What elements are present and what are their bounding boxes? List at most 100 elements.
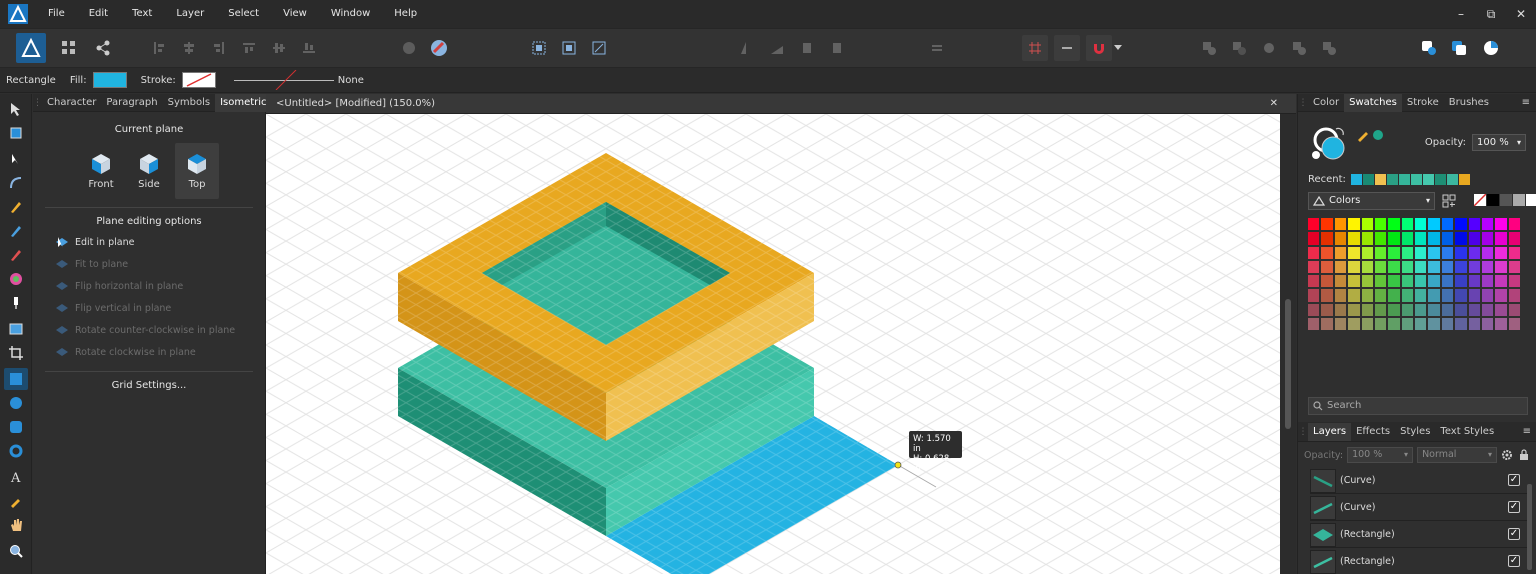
layer-row[interactable]: (Rectangle) ✓	[1310, 549, 1528, 574]
tab-brushes[interactable]: Brushes	[1444, 94, 1494, 112]
color-swatch[interactable]	[1401, 303, 1413, 316]
vector-brush-icon[interactable]	[4, 244, 28, 266]
move-to-front-icon[interactable]	[396, 35, 422, 61]
color-swatch[interactable]	[1455, 260, 1467, 273]
color-swatch[interactable]	[1455, 289, 1467, 302]
color-swatch[interactable]	[1348, 275, 1360, 288]
color-swatch[interactable]	[1321, 303, 1333, 316]
color-swatch[interactable]	[1481, 218, 1494, 231]
gear-icon[interactable]	[1501, 449, 1513, 461]
recent-swatch[interactable]	[1422, 174, 1434, 185]
color-swatch[interactable]	[1308, 289, 1320, 302]
color-swatch[interactable]	[1468, 317, 1480, 330]
color-swatch[interactable]	[1321, 218, 1333, 231]
recent-swatch[interactable]	[1458, 174, 1470, 185]
color-swatch[interactable]	[1374, 317, 1387, 330]
color-swatch[interactable]	[1401, 260, 1413, 273]
color-swatch[interactable]	[1388, 303, 1400, 316]
color-swatch[interactable]	[1361, 275, 1373, 288]
color-swatch[interactable]	[1388, 317, 1400, 330]
color-swatch[interactable]	[1508, 218, 1520, 231]
layer-row[interactable]: (Curve) ✓	[1310, 495, 1528, 521]
scrollbar-thumb[interactable]	[1285, 299, 1291, 429]
color-swatch[interactable]	[1468, 246, 1480, 259]
panel-grip-icon[interactable]: ⋮	[1298, 94, 1308, 112]
color-swatch[interactable]	[1428, 303, 1440, 316]
color-swatch[interactable]	[1441, 246, 1454, 259]
color-swatch[interactable]	[1441, 260, 1454, 273]
stroke-style-label[interactable]: None	[338, 75, 364, 86]
color-swatch[interactable]	[1348, 232, 1360, 245]
color-swatch[interactable]	[1374, 289, 1387, 302]
grid-settings-button[interactable]: Grid Settings...	[33, 380, 265, 391]
color-swatch[interactable]	[1428, 260, 1440, 273]
geometry-subtract-icon[interactable]	[1226, 35, 1252, 61]
color-swatch[interactable]	[1348, 260, 1360, 273]
menu-view[interactable]: View	[271, 0, 319, 28]
color-swatch[interactable]	[1455, 275, 1467, 288]
color-swatch[interactable]	[1374, 275, 1387, 288]
color-swatch[interactable]	[1388, 289, 1400, 302]
rectangle-tool-icon[interactable]	[4, 368, 28, 390]
layer-visibility-checkbox[interactable]: ✓	[1508, 528, 1520, 540]
close-window-button[interactable]: ✕	[1506, 0, 1536, 28]
plane-side-button[interactable]: Side	[127, 143, 171, 199]
layer-visibility-checkbox[interactable]: ✓	[1508, 501, 1520, 513]
align-center-icon[interactable]	[176, 35, 202, 61]
rounded-rectangle-tool-icon[interactable]	[4, 416, 28, 438]
color-swatch[interactable]	[1308, 317, 1320, 330]
color-swatch[interactable]	[1321, 246, 1333, 259]
color-swatch[interactable]	[1481, 232, 1494, 245]
color-swatch[interactable]	[1348, 246, 1360, 259]
none-swatch[interactable]	[1474, 194, 1486, 206]
panel-menu-icon[interactable]: ≡	[1523, 426, 1531, 437]
color-swatch[interactable]	[1468, 275, 1480, 288]
rotate-right-icon[interactable]	[824, 35, 850, 61]
color-swatch[interactable]	[1415, 303, 1427, 316]
recent-swatch[interactable]	[1446, 174, 1458, 185]
color-swatch[interactable]	[1495, 218, 1507, 231]
tab-effects[interactable]: Effects	[1351, 423, 1395, 441]
color-swatch[interactable]	[1481, 289, 1494, 302]
color-swatch[interactable]	[1334, 246, 1347, 259]
color-swatch[interactable]	[1428, 317, 1440, 330]
color-swatch[interactable]	[1308, 232, 1320, 245]
app-logo[interactable]	[0, 0, 36, 28]
color-swatch[interactable]	[1468, 260, 1480, 273]
recent-swatch[interactable]	[1398, 174, 1410, 185]
color-swatch[interactable]	[1308, 260, 1320, 273]
color-swatch[interactable]	[1455, 317, 1467, 330]
node-tool-icon[interactable]	[4, 148, 28, 170]
color-swatch[interactable]	[1415, 218, 1427, 231]
color-swatch[interactable]	[1401, 218, 1413, 231]
color-swatch[interactable]	[1481, 275, 1494, 288]
zoom-tool-icon[interactable]	[4, 540, 28, 562]
canvas[interactable]: W: 1.570 in H: 0.628 in	[266, 114, 1280, 574]
color-swatch[interactable]	[1308, 275, 1320, 288]
color-swatch[interactable]	[1495, 289, 1507, 302]
align-left-icon[interactable]	[146, 35, 172, 61]
isometric-tool-icon[interactable]	[426, 35, 452, 61]
pen-tool-icon[interactable]	[4, 196, 28, 218]
color-swatch[interactable]	[1348, 218, 1360, 231]
text-tool-icon[interactable]: A	[4, 466, 28, 488]
flip-horizontal-option[interactable]: Flip horizontal in plane	[33, 275, 265, 297]
plane-front-button[interactable]: Front	[79, 143, 123, 199]
recent-swatch[interactable]	[1386, 174, 1398, 185]
vertical-scrollbar[interactable]	[1280, 114, 1296, 574]
recent-swatch[interactable]	[1374, 174, 1386, 185]
layers-scrollbar[interactable]	[1527, 484, 1532, 570]
color-swatch[interactable]	[1415, 289, 1427, 302]
edit-in-plane-option[interactable]: Edit in plane	[33, 231, 265, 253]
color-swatch[interactable]	[1361, 246, 1373, 259]
menu-help[interactable]: Help	[382, 0, 429, 28]
select-all-icon[interactable]	[526, 35, 552, 61]
menu-file[interactable]: File	[36, 0, 77, 28]
boolean-add-icon[interactable]	[924, 35, 950, 61]
tab-color[interactable]: Color	[1308, 94, 1344, 112]
color-swatch[interactable]	[1321, 232, 1333, 245]
layer-row[interactable]: (Rectangle) ✓	[1310, 522, 1528, 548]
donut-tool-icon[interactable]	[4, 440, 28, 462]
pixel-persona-button[interactable]	[56, 35, 82, 61]
color-swatch[interactable]	[1441, 303, 1454, 316]
